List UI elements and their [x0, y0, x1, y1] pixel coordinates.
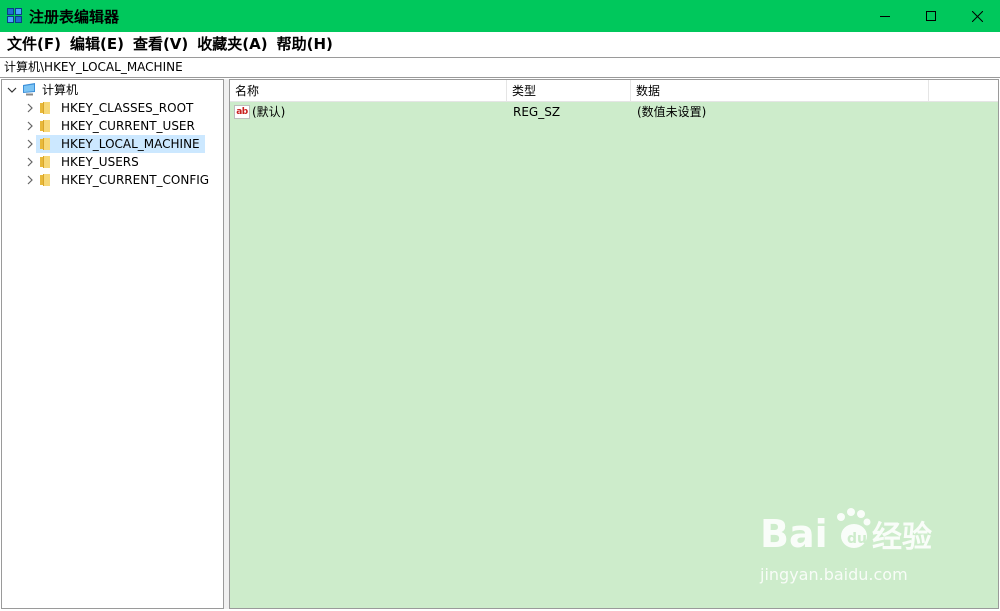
folder-icon [40, 156, 54, 168]
tree-item-hkey-current-user[interactable]: HKEY_CURRENT_USER [24, 117, 197, 135]
column-header-type[interactable]: 类型 [507, 80, 631, 102]
list-header: 名称 类型 数据 [230, 80, 998, 102]
tree-item-label: HKEY_LOCAL_MACHINE [61, 137, 200, 151]
minimize-button[interactable] [862, 0, 908, 32]
menu-bar: 文件(F) 编辑(E) 查看(V) 收藏夹(A) 帮助(H) [0, 32, 1000, 57]
menu-favorites[interactable]: 收藏夹(A) [194, 32, 273, 57]
chevron-right-icon[interactable] [24, 102, 36, 114]
menu-view[interactable]: 查看(V) [130, 32, 194, 57]
svg-text:Bai: Bai [760, 512, 828, 556]
menu-edit[interactable]: 编辑(E) [67, 32, 130, 57]
maximize-icon [926, 11, 936, 21]
folder-icon [40, 138, 54, 150]
window-title: 注册表编辑器 [29, 7, 120, 26]
watermark-url: jingyan.baidu.com [760, 565, 908, 584]
string-value-icon: ab [234, 105, 250, 119]
regedit-icon [7, 8, 23, 24]
close-button[interactable] [954, 0, 1000, 32]
minimize-icon [880, 16, 890, 17]
address-bar[interactable]: 计算机\HKEY_LOCAL_MACHINE [0, 57, 1000, 78]
chevron-down-icon[interactable] [6, 84, 18, 96]
tree-item-hkey-current-config[interactable]: HKEY_CURRENT_CONFIG [24, 171, 211, 189]
cell-type: REG_SZ [513, 105, 561, 119]
title-bar[interactable]: 注册表编辑器 [0, 0, 1000, 32]
tree-root-label: 计算机 [42, 83, 79, 97]
chevron-right-icon[interactable] [24, 174, 36, 186]
cell-name: ab (默认) [230, 102, 507, 122]
column-header-data[interactable]: 数据 [631, 80, 929, 102]
computer-icon [23, 83, 35, 96]
baidu-logo-icon: Bai du 经验 [760, 508, 932, 556]
value-name: (默认) [252, 105, 286, 119]
tree-item-label: HKEY_CURRENT_CONFIG [61, 173, 210, 187]
tree-pane[interactable]: 计算机 HKEY_CLASSES_ROOT HKEY_CURRENT_USER … [1, 79, 224, 609]
folder-icon [40, 120, 54, 132]
menu-help[interactable]: 帮助(H) [274, 32, 339, 57]
svg-text:du: du [847, 531, 867, 547]
folder-icon [40, 174, 54, 186]
tree-root[interactable]: 计算机 [6, 81, 80, 99]
chevron-right-icon[interactable] [24, 156, 36, 168]
svg-text:经验: 经验 [872, 520, 932, 555]
menu-file[interactable]: 文件(F) [4, 32, 67, 57]
baidu-watermark: Bai du 经验 jingyan.baidu.com [760, 503, 950, 593]
tree-item-hkey-local-machine[interactable]: HKEY_LOCAL_MACHINE [24, 135, 205, 153]
tree-item-label: HKEY_USERS [61, 155, 139, 169]
chevron-right-icon[interactable] [24, 120, 36, 132]
maximize-button[interactable] [908, 0, 954, 32]
tree-item-label: HKEY_CLASSES_ROOT [61, 101, 194, 115]
folder-icon [40, 102, 54, 114]
cell-data: (数值未设置) [637, 105, 707, 119]
column-header-name[interactable]: 名称 [230, 80, 507, 102]
close-icon [971, 10, 983, 22]
tree-item-hkey-users[interactable]: HKEY_USERS [24, 153, 141, 171]
chevron-right-icon[interactable] [24, 138, 36, 150]
tree-item-label: HKEY_CURRENT_USER [61, 119, 195, 133]
tree-item-hkey-classes-root[interactable]: HKEY_CLASSES_ROOT [24, 99, 195, 117]
table-row[interactable]: ab (默认) REG_SZ (数值未设置) [230, 102, 998, 122]
